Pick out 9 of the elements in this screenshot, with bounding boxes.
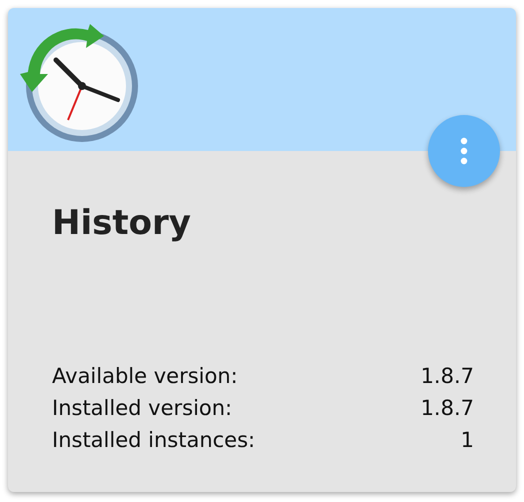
- more-vertical-icon: [460, 137, 468, 165]
- info-value: 1.8.7: [420, 363, 474, 390]
- info-label: Installed instances:: [52, 427, 256, 454]
- info-value: 1: [460, 427, 474, 454]
- info-value: 1.8.7: [420, 395, 474, 422]
- info-label: Installed version:: [52, 395, 232, 422]
- card-title: History: [52, 203, 192, 243]
- info-label: Available version:: [52, 363, 238, 390]
- more-options-button[interactable]: [428, 115, 500, 187]
